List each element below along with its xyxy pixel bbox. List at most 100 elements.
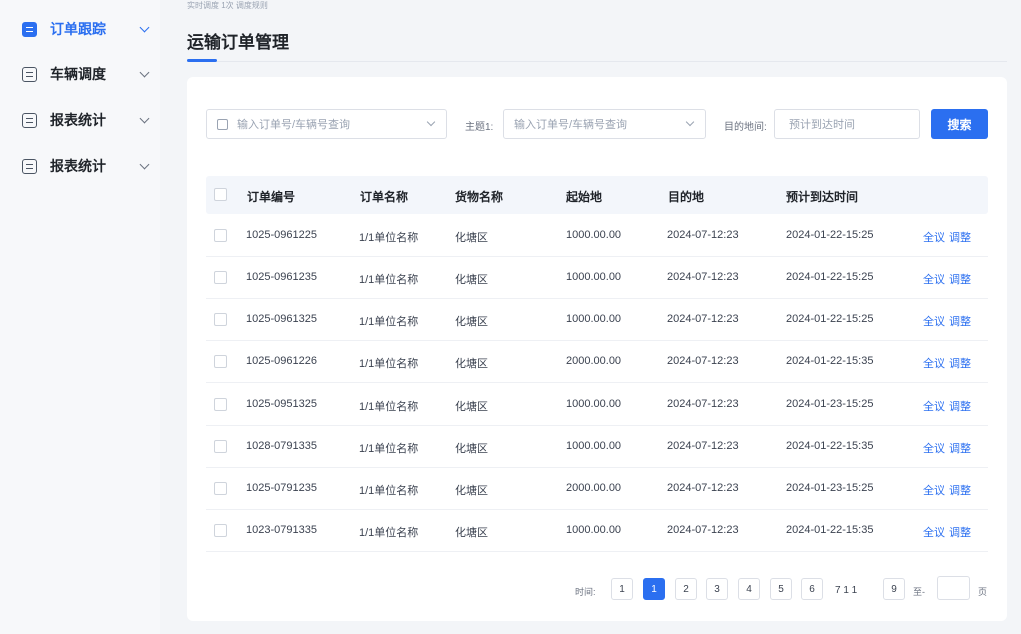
report-icon [22,112,37,128]
edit-link[interactable]: 调整 [949,524,971,540]
cell-goods: 化塘区 [455,485,488,497]
view-link[interactable]: 全议 [923,482,945,498]
chevron-down-icon [139,22,150,33]
table-row: 1025-0961235 1/1单位名称 化塘区 1000.00.00 2024… [206,257,988,299]
view-link[interactable]: 全议 [923,229,945,245]
cell-destination: 2024-07-12:23 [667,313,739,325]
view-link[interactable]: 全议 [923,524,945,540]
sidebar-item-vehicle-dispatch[interactable]: 车辆调度 [22,63,150,85]
goto-page-input[interactable] [937,576,970,600]
page-button[interactable]: 2 [675,578,697,600]
eta-input[interactable]: 预计到达时间 [774,109,920,139]
chevron-down-icon [426,117,436,127]
stats-icon [22,158,37,174]
cell-destination: 2024-07-12:23 [667,229,739,241]
col-order-name: 订单名称 [360,190,409,204]
cell-order-name: 1/1单位名称 [359,358,419,370]
cell-eta: 2024-01-22-15:25 [786,313,874,325]
sidebar-item-statistics[interactable]: 报表统计 [22,155,150,177]
cell-goods: 化塘区 [455,401,488,413]
col-order-id: 订单编号 [247,190,296,204]
col-goods-name: 货物名称 [455,190,504,204]
pagination-ellipsis: 7 1 1 [835,585,858,596]
sidebar-item-label: 订单跟踪 [50,21,106,37]
page-button[interactable]: 4 [738,578,760,600]
edit-link[interactable]: 调整 [949,313,971,329]
row-checkbox[interactable] [214,313,227,326]
cell-origin: 1000.00.00 [566,398,622,410]
edit-link[interactable]: 调整 [949,355,971,371]
edit-link[interactable]: 调整 [949,398,971,414]
row-checkbox[interactable] [214,229,227,242]
row-checkbox[interactable] [214,355,227,368]
view-link[interactable]: 全议 [923,313,945,329]
view-link[interactable]: 全议 [923,271,945,287]
order-icon [22,21,37,37]
cell-order-id: 1025-0961325 [246,313,317,325]
cell-origin: 1000.00.00 [566,313,622,325]
view-link[interactable]: 全议 [923,398,945,414]
cell-origin: 1000.00.00 [566,229,622,241]
owner-select[interactable]: 输入订单号/车辆号查询 [503,109,706,139]
time-label: 目的地间: [724,122,767,133]
cell-order-id: 1025-0961226 [246,355,317,367]
owner-label: 主题1: [465,122,494,133]
cell-destination: 2024-07-12:23 [667,271,739,283]
cell-origin: 1000.00.00 [566,524,622,536]
cell-order-name: 1/1单位名称 [359,527,419,539]
view-link[interactable]: 全议 [923,440,945,456]
chevron-down-icon [139,113,150,124]
cell-destination: 2024-07-12:23 [667,398,739,410]
row-checkbox[interactable] [214,440,227,453]
cell-order-name: 1/1单位名称 [359,443,419,455]
order-search-placeholder: 输入订单号/车辆号查询 [237,119,351,131]
select-all-checkbox[interactable] [214,188,227,201]
cell-goods: 化塘区 [455,527,488,539]
row-checkbox[interactable] [214,271,227,284]
page-button-active[interactable]: 1 [643,578,665,600]
view-link[interactable]: 全议 [923,355,945,371]
cell-goods: 化塘区 [455,274,488,286]
cell-order-name: 1/1单位名称 [359,316,419,328]
cell-eta: 2024-01-22-15:25 [786,271,874,283]
edit-link[interactable]: 调整 [949,440,971,456]
page-button-last[interactable]: 9 [883,578,905,600]
cell-eta: 2024-01-23-15:25 [786,482,874,494]
cell-destination: 2024-07-12:23 [667,524,739,536]
search-button[interactable]: 搜索 [931,109,988,139]
cell-origin: 2000.00.00 [566,482,622,494]
row-checkbox[interactable] [214,482,227,495]
col-origin: 起始地 [566,190,603,204]
cell-goods: 化塘区 [455,316,488,328]
table-row: 1025-0791235 1/1单位名称 化塘区 2000.00.00 2024… [206,468,988,510]
edit-link[interactable]: 调整 [949,229,971,245]
cell-eta: 2024-01-22-15:25 [786,229,874,241]
row-checkbox[interactable] [214,524,227,537]
chevron-down-icon [685,117,695,127]
sidebar-item-reports[interactable]: 报表统计 [22,109,150,131]
breadcrumb[interactable]: 实时调度 1次 调度规则 [187,0,268,11]
edit-link[interactable]: 调整 [949,271,971,287]
row-checkbox[interactable] [214,398,227,411]
table-row: 1028-0791335 1/1单位名称 化塘区 1000.00.00 2024… [206,426,988,468]
eta-placeholder: 预计到达时间 [789,119,855,131]
cell-order-id: 1025-0791235 [246,482,317,494]
sidebar-item-label: 报表统计 [50,112,106,128]
owner-placeholder: 输入订单号/车辆号查询 [514,119,628,131]
order-search-select[interactable]: 输入订单号/车辆号查询 [206,109,447,139]
cell-order-id: 1025-0951325 [246,398,317,410]
cell-order-id: 1025-0961235 [246,271,317,283]
vehicle-icon [22,66,37,82]
page-button[interactable]: 1 [611,578,633,600]
cell-origin: 1000.00.00 [566,271,622,283]
page-button[interactable]: 5 [770,578,792,600]
edit-link[interactable]: 调整 [949,482,971,498]
sidebar-item-order-tracking[interactable]: 订单跟踪 [22,18,150,40]
page-button[interactable]: 6 [801,578,823,600]
cell-order-name: 1/1单位名称 [359,401,419,413]
table-row: 1025-0961226 1/1单位名称 化塘区 2000.00.00 2024… [206,341,988,383]
cell-destination: 2024-07-12:23 [667,482,739,494]
page-button[interactable]: 3 [706,578,728,600]
page-title: 运输订单管理 [187,33,289,52]
cell-goods: 化塘区 [455,443,488,455]
